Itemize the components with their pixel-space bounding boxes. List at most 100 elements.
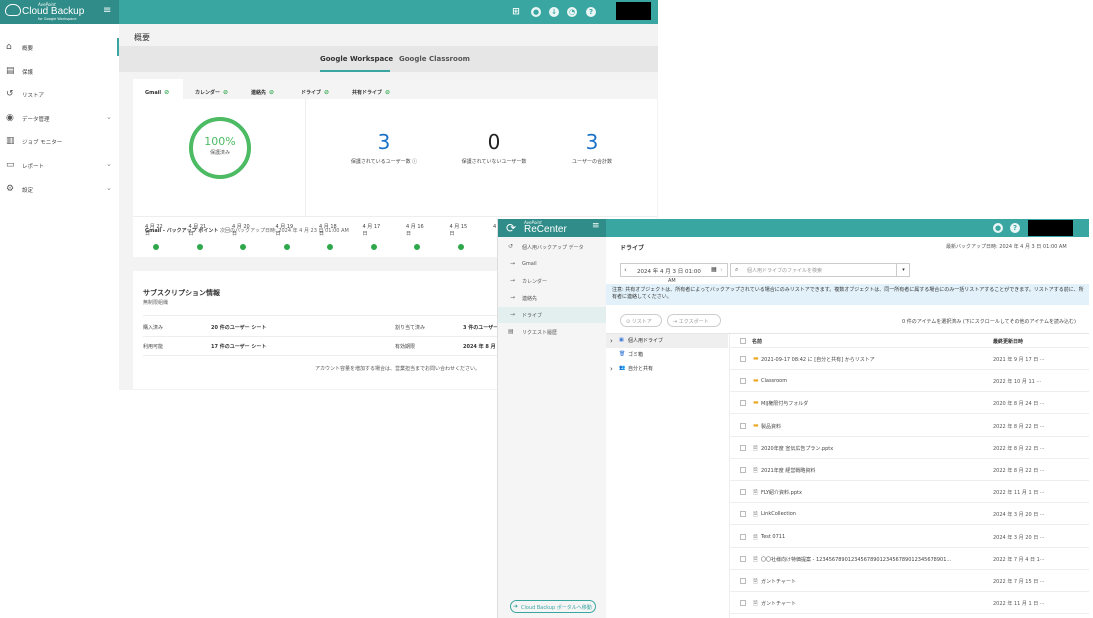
search-box[interactable]: ⌕ 個人用ドライブのファイルを検索: [730, 263, 910, 277]
service-tab[interactable]: 連絡先 ⊘: [251, 89, 274, 96]
next-date-icon[interactable]: ›: [720, 266, 723, 274]
divider: [143, 355, 503, 356]
sidebar-item[interactable]: ▤ 保護: [0, 62, 119, 80]
prev-date-icon[interactable]: ‹: [624, 266, 627, 274]
sidebar-item[interactable]: ▥ ジョブ モニター: [0, 132, 119, 150]
backup-success-icon[interactable]: [240, 244, 246, 250]
sidebar-item[interactable]: ⚙ 設定 ⌄: [0, 180, 119, 198]
service-tab[interactable]: ドライブ ⊘: [301, 89, 329, 96]
sidebar-item[interactable]: → Gmail: [498, 256, 606, 272]
tab-google-workspace[interactable]: Google Workspace: [320, 55, 393, 63]
protected-users-label: 保護されているユーザー数 ⓘ: [350, 159, 418, 165]
file-icon: 🗎: [753, 511, 758, 519]
file-row[interactable]: 🗎 LinkCollection 2024 年 3 月 20 日 ···: [730, 503, 1089, 526]
row-checkbox[interactable]: [740, 489, 746, 496]
sidebar-item[interactable]: → カレンダー: [498, 273, 606, 289]
tree-expand-icon[interactable]: ›: [610, 337, 613, 345]
user-icon[interactable]: ●: [993, 223, 1003, 233]
select-all-checkbox[interactable]: [740, 338, 746, 344]
file-modified: 2020 年 8 月 24 日 ···: [993, 401, 1045, 408]
backup-success-icon[interactable]: [283, 244, 290, 250]
sidebar-item[interactable]: ▤ リクエスト履歴: [498, 324, 606, 340]
divider: [305, 99, 306, 216]
row-checkbox[interactable]: [740, 533, 746, 540]
column-name[interactable]: 名前: [752, 338, 982, 345]
file-row[interactable]: 🗎 2021年度 経営戦略資料 2022 年 8 月 22 日 ···: [730, 459, 1089, 481]
sidebar-item[interactable]: ⌂ 概要: [0, 38, 119, 56]
row-checkbox[interactable]: [740, 400, 746, 407]
backup-point-date: 4 月 17 日: [362, 224, 381, 237]
download-icon[interactable]: ↓: [549, 7, 559, 17]
backup-point-date: 4 月 22 日: [145, 224, 163, 237]
chevron-down-icon[interactable]: ⌄: [106, 160, 112, 168]
backup-success-icon[interactable]: [327, 244, 333, 250]
row-checkbox[interactable]: [740, 467, 746, 473]
backup-success-icon[interactable]: [153, 244, 159, 250]
file-row[interactable]: 🗎 ガントチャート 2022 年 11 月 1 日 ···: [730, 592, 1089, 615]
row-checkbox[interactable]: [740, 555, 746, 562]
calendar-icon[interactable]: ▦: [711, 266, 717, 273]
row-checkbox[interactable]: [740, 378, 746, 385]
file-modified: 2024 年 3 月 20 日 ···: [993, 512, 1045, 519]
portal-button[interactable]: Cloud Backup ポータルへ移動: [510, 600, 596, 613]
apps-grid-icon[interactable]: ⊞: [511, 7, 521, 17]
search-input[interactable]: 個人用ドライブのファイルを検索: [747, 267, 822, 274]
chevron-down-icon[interactable]: ⌄: [106, 113, 112, 121]
file-row[interactable]: 🗎 FLY紹介資料.pptx 2022 年 11 月 1 日 ···: [730, 481, 1089, 504]
row-checkbox[interactable]: [740, 578, 746, 584]
restore-button[interactable]: ⊙ リストア: [620, 314, 662, 327]
service-tab[interactable]: カレンダー ⊘: [195, 89, 228, 96]
row-checkbox[interactable]: [740, 422, 746, 429]
subscription-key: 利用可能: [143, 344, 164, 350]
file-icon: 🗎: [753, 555, 758, 563]
date-picker[interactable]: ‹ 2024 年 4 月 3 日 01:00 ▦ ›: [620, 263, 728, 277]
backup-success-icon[interactable]: [196, 244, 203, 250]
backup-success-icon[interactable]: [414, 244, 420, 250]
tree-node-label[interactable]: 自分と共有: [628, 365, 653, 372]
file-name: MIJ権限付与フォルダ: [761, 401, 809, 408]
check-circle-icon: ⊘: [164, 89, 170, 96]
chevron-down-icon[interactable]: ⌄: [106, 184, 112, 192]
announcement-icon[interactable]: ◔: [567, 7, 577, 17]
file-row[interactable]: ▬ 製品資料 2022 年 8 月 22 日 ···: [730, 415, 1089, 437]
backup-point-date: 4 月 15 日: [449, 224, 468, 237]
service-tab[interactable]: 共有ドライブ ⊘: [352, 89, 390, 96]
backup-point-date: 4 月 19 日: [275, 224, 294, 237]
menu-icon[interactable]: ≡: [592, 221, 600, 231]
menu-icon[interactable]: ≡: [103, 6, 111, 16]
file-row[interactable]: ▬ MIJ権限付与フォルダ 2020 年 8 月 24 日 ···: [730, 392, 1089, 415]
file-row[interactable]: 🗎 Test 0711 2024 年 3 月 20 日 ···: [730, 526, 1089, 548]
file-row[interactable]: ▬ Classroom 2022 年 10 月 11 ···: [730, 370, 1089, 393]
sidebar-item[interactable]: → ドライブ: [498, 307, 606, 323]
sidebar: ⌂ 概要 ▤ 保護 ↺ リストア ◉ データ管理 ⌄ ▥ ジョブ モニター ▭ レポート ⌄ ⚙ 設定 ⌄: [0, 24, 119, 390]
backup-success-icon[interactable]: [457, 244, 464, 250]
tree-node-label[interactable]: 個人用ドライブ: [628, 337, 663, 344]
export-button[interactable]: ⇥ エクスポート: [667, 314, 721, 327]
tree-node-label[interactable]: ゴミ箱: [628, 351, 643, 358]
column-modified[interactable]: 最終更新日時: [993, 338, 1023, 345]
sidebar-item[interactable]: ▭ レポート ⌄: [0, 156, 119, 174]
file-row[interactable]: 🗎 2020年度 宣伝広告プラン.pptx 2022 年 8 月 22 日 ···: [730, 437, 1089, 459]
sidebar-item[interactable]: ↺ リストア: [0, 85, 119, 103]
sidebar-item[interactable]: → 連絡先: [498, 290, 606, 306]
service-tab[interactable]: Gmail ⊘: [145, 89, 169, 96]
brand-logo[interactable]: AvePoint Cloud Backup for Google Workspa…: [0, 0, 119, 24]
row-checkbox[interactable]: [740, 600, 746, 607]
tab-google-classroom[interactable]: Google Classroom: [399, 55, 470, 63]
file-row[interactable]: 🗎 ガントチャート 2022 年 7 月 15 日 ···: [730, 570, 1089, 592]
search-dropdown-icon[interactable]: ▾: [896, 264, 910, 276]
row-checkbox[interactable]: [740, 356, 746, 362]
recenter-logo[interactable]: ⟳ AvePoint ReCenter ≡: [498, 219, 606, 237]
file-row[interactable]: ▬ 2021-09-17 08:42 に [自分と共有] からリストア 2021 年…: [730, 348, 1089, 370]
help-icon[interactable]: ?: [586, 7, 596, 17]
row-checkbox[interactable]: [740, 511, 746, 518]
backup-success-icon[interactable]: [370, 244, 377, 250]
help-icon[interactable]: ?: [1010, 223, 1020, 233]
notification-icon[interactable]: ●: [531, 7, 541, 17]
sidebar-item[interactable]: ↺ 個人用バックアップ データ: [498, 239, 606, 255]
row-checkbox[interactable]: [740, 444, 746, 451]
total-users-label: ユーザーの合計数: [572, 159, 612, 165]
file-row[interactable]: 🗎 〇〇社様向け特価提案 - 12345678901234567890123456…: [730, 548, 1089, 570]
tree-expand-icon[interactable]: ›: [610, 365, 613, 373]
sidebar-item[interactable]: ◉ データ管理 ⌄: [0, 109, 119, 127]
